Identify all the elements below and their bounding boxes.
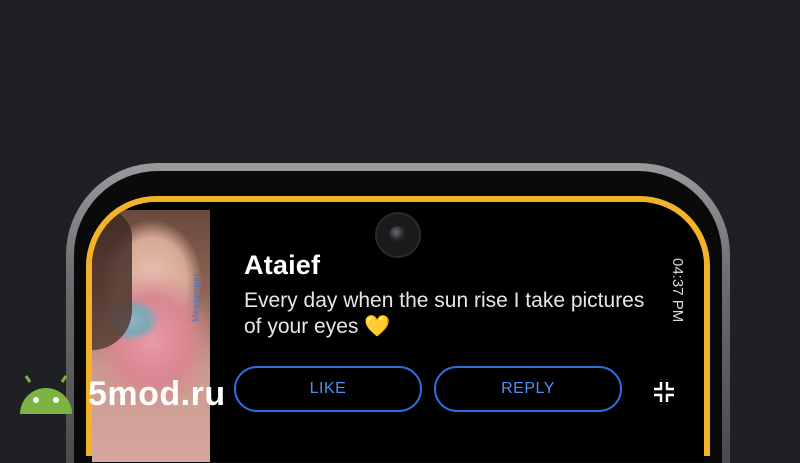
reply-button[interactable]: REPLY bbox=[434, 366, 622, 412]
collapse-icon[interactable] bbox=[652, 380, 676, 404]
message-body: Every day when the sun rise I take pictu… bbox=[244, 289, 645, 338]
sender-photo[interactable] bbox=[92, 210, 210, 462]
camera-icon bbox=[377, 214, 419, 256]
notification-time: 04:37 PM bbox=[669, 258, 686, 323]
watermark: 5mod.ru bbox=[14, 374, 226, 414]
message-text: Every day when the sun rise I take pictu… bbox=[244, 288, 654, 340]
watermark-text: 5mod.ru bbox=[88, 374, 226, 413]
heart-emoji: 💛 bbox=[364, 315, 391, 338]
app-label: Messenger bbox=[191, 272, 201, 322]
sender-name: Ataief bbox=[244, 250, 321, 280]
photo-hair bbox=[92, 210, 132, 350]
like-button[interactable]: LIKE bbox=[234, 366, 422, 412]
android-icon bbox=[20, 375, 72, 414]
